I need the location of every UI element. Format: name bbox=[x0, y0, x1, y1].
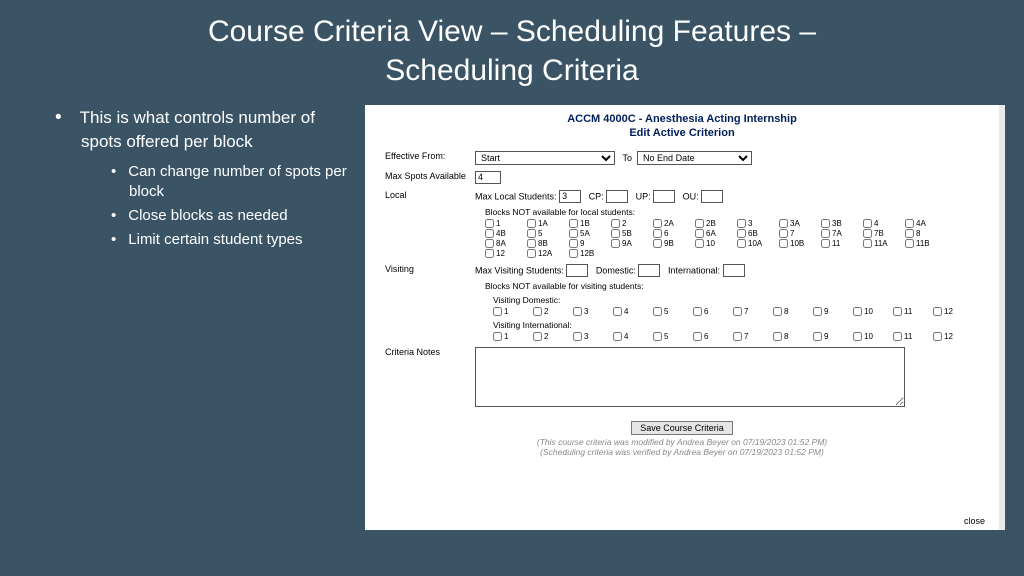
cp-input[interactable] bbox=[606, 190, 628, 203]
block-checkbox[interactable]: 6B bbox=[737, 229, 777, 238]
block-checkbox[interactable]: 11 bbox=[893, 332, 931, 341]
block-checkbox[interactable]: 4 bbox=[613, 307, 651, 316]
bullet-sub: Can change number of spots per block bbox=[129, 162, 347, 203]
max-visiting-input[interactable] bbox=[566, 264, 588, 277]
block-checkbox[interactable]: 11 bbox=[893, 307, 931, 316]
max-local-label: Max Local Students: bbox=[475, 191, 557, 201]
block-checkbox[interactable]: 10 bbox=[853, 307, 891, 316]
slide-title: Course Criteria View – Scheduling Featur… bbox=[0, 0, 1024, 90]
to-label: To bbox=[623, 153, 633, 163]
max-spots-label: Max Spots Available bbox=[385, 171, 475, 181]
block-checkbox[interactable]: 4A bbox=[905, 219, 945, 228]
ou-input[interactable] bbox=[701, 190, 723, 203]
domestic-input[interactable] bbox=[638, 264, 660, 277]
panel-title: ACCM 4000C - Anesthesia Acting Internshi… bbox=[385, 113, 979, 141]
block-checkbox[interactable]: 10 bbox=[695, 239, 735, 248]
visiting-intl-grid: 123456789101112 bbox=[475, 332, 979, 341]
visiting-label: Visiting bbox=[385, 264, 475, 274]
block-checkbox[interactable]: 7 bbox=[733, 307, 771, 316]
block-checkbox[interactable]: 2 bbox=[533, 307, 571, 316]
block-checkbox[interactable]: 11B bbox=[905, 239, 945, 248]
block-checkbox[interactable]: 8 bbox=[773, 307, 811, 316]
block-checkbox[interactable]: 9B bbox=[653, 239, 693, 248]
block-checkbox[interactable]: 1A bbox=[527, 219, 567, 228]
local-blocks-grid: 11A1B22A2B33A3B44A4B55A5B66A6B77A7B88A8B… bbox=[475, 219, 979, 258]
block-checkbox[interactable]: 3 bbox=[573, 307, 611, 316]
block-checkbox[interactable]: 7A bbox=[821, 229, 861, 238]
effective-from-select[interactable]: Start bbox=[475, 151, 615, 165]
bullet-sub: Limit certain student types bbox=[129, 230, 347, 250]
block-checkbox[interactable]: 5 bbox=[527, 229, 567, 238]
international-input[interactable] bbox=[723, 264, 745, 277]
block-checkbox[interactable]: 6 bbox=[653, 229, 693, 238]
visiting-domestic-grid: 123456789101112 bbox=[475, 307, 979, 316]
block-checkbox[interactable]: 1B bbox=[569, 219, 609, 228]
block-checkbox[interactable]: 8B bbox=[527, 239, 567, 248]
block-checkbox[interactable]: 6 bbox=[693, 307, 731, 316]
block-checkbox[interactable]: 9 bbox=[813, 332, 851, 341]
block-checkbox[interactable]: 7B bbox=[863, 229, 903, 238]
block-checkbox[interactable]: 1 bbox=[493, 307, 531, 316]
up-input[interactable] bbox=[653, 190, 675, 203]
block-checkbox[interactable]: 2B bbox=[695, 219, 735, 228]
block-checkbox[interactable]: 5B bbox=[611, 229, 651, 238]
block-checkbox[interactable]: 5 bbox=[653, 332, 691, 341]
block-checkbox[interactable]: 12 bbox=[933, 332, 971, 341]
block-checkbox[interactable]: 1 bbox=[493, 332, 531, 341]
block-checkbox[interactable]: 6A bbox=[695, 229, 735, 238]
block-checkbox[interactable]: 11A bbox=[863, 239, 903, 248]
blocks-visiting-heading: Blocks NOT available for visiting studen… bbox=[475, 281, 979, 291]
block-checkbox[interactable]: 10B bbox=[779, 239, 819, 248]
block-checkbox[interactable]: 8 bbox=[905, 229, 945, 238]
block-checkbox[interactable]: 12B bbox=[569, 249, 609, 258]
max-local-input[interactable] bbox=[559, 190, 581, 203]
close-link[interactable]: close bbox=[964, 516, 985, 526]
effective-to-select[interactable]: No End Date bbox=[637, 151, 752, 165]
block-checkbox[interactable]: 12A bbox=[527, 249, 567, 258]
block-checkbox[interactable]: 9 bbox=[569, 239, 609, 248]
block-checkbox[interactable]: 12 bbox=[933, 307, 971, 316]
bullet-sub: Close blocks as needed bbox=[129, 206, 347, 226]
block-checkbox[interactable]: 3A bbox=[779, 219, 819, 228]
block-checkbox[interactable]: 4 bbox=[613, 332, 651, 341]
block-checkbox[interactable]: 3 bbox=[573, 332, 611, 341]
block-checkbox[interactable]: 10A bbox=[737, 239, 777, 248]
block-checkbox[interactable]: 11 bbox=[821, 239, 861, 248]
block-checkbox[interactable]: 7 bbox=[779, 229, 819, 238]
criteria-notes-textarea[interactable] bbox=[475, 347, 905, 407]
criteria-panel: ACCM 4000C - Anesthesia Acting Internshi… bbox=[365, 105, 1005, 530]
block-checkbox[interactable]: 7 bbox=[733, 332, 771, 341]
effective-from-label: Effective From: bbox=[385, 151, 475, 161]
block-checkbox[interactable]: 8A bbox=[485, 239, 525, 248]
bullet-pane: This is what controls number of spots of… bbox=[55, 105, 365, 530]
block-checkbox[interactable]: 4B bbox=[485, 229, 525, 238]
block-checkbox[interactable]: 5A bbox=[569, 229, 609, 238]
modified-note: (This course criteria was modified by An… bbox=[385, 437, 979, 458]
block-checkbox[interactable]: 5 bbox=[653, 307, 691, 316]
blocks-local-heading: Blocks NOT available for local students: bbox=[475, 207, 979, 217]
block-checkbox[interactable]: 12 bbox=[485, 249, 525, 258]
block-checkbox[interactable]: 2 bbox=[533, 332, 571, 341]
block-checkbox[interactable]: 4 bbox=[863, 219, 903, 228]
block-checkbox[interactable]: 2 bbox=[611, 219, 651, 228]
max-spots-input[interactable] bbox=[475, 171, 501, 184]
block-checkbox[interactable]: 10 bbox=[853, 332, 891, 341]
block-checkbox[interactable]: 3 bbox=[737, 219, 777, 228]
block-checkbox[interactable]: 9A bbox=[611, 239, 651, 248]
block-checkbox[interactable]: 2A bbox=[653, 219, 693, 228]
block-checkbox[interactable]: 9 bbox=[813, 307, 851, 316]
block-checkbox[interactable]: 6 bbox=[693, 332, 731, 341]
block-checkbox[interactable]: 1 bbox=[485, 219, 525, 228]
max-visiting-label: Max Visiting Students: bbox=[475, 265, 564, 275]
save-button[interactable]: Save Course Criteria bbox=[631, 421, 733, 435]
notes-label: Criteria Notes bbox=[385, 347, 475, 357]
block-checkbox[interactable]: 8 bbox=[773, 332, 811, 341]
block-checkbox[interactable]: 3B bbox=[821, 219, 861, 228]
bullet-main: This is what controls number of spots of… bbox=[81, 105, 347, 251]
local-label: Local bbox=[385, 190, 475, 200]
